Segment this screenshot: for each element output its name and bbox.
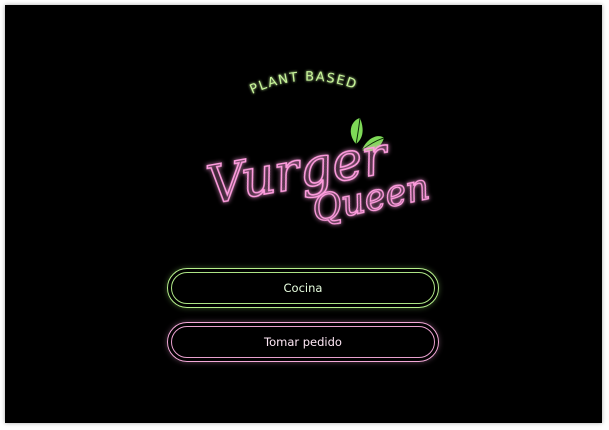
tagline: PLANT BASED <box>248 70 360 98</box>
kitchen-button[interactable]: Cocina <box>167 268 439 308</box>
take-order-button[interactable]: Tomar pedido <box>167 322 439 362</box>
vurger-queen-logo: PLANT BASED Vurger Queen <box>200 63 434 238</box>
kitchen-button-label: Cocina <box>283 281 323 295</box>
take-order-button-label: Tomar pedido <box>264 335 342 349</box>
app-window: PLANT BASED Vurger Queen Cocina Tomar pe… <box>5 5 602 423</box>
